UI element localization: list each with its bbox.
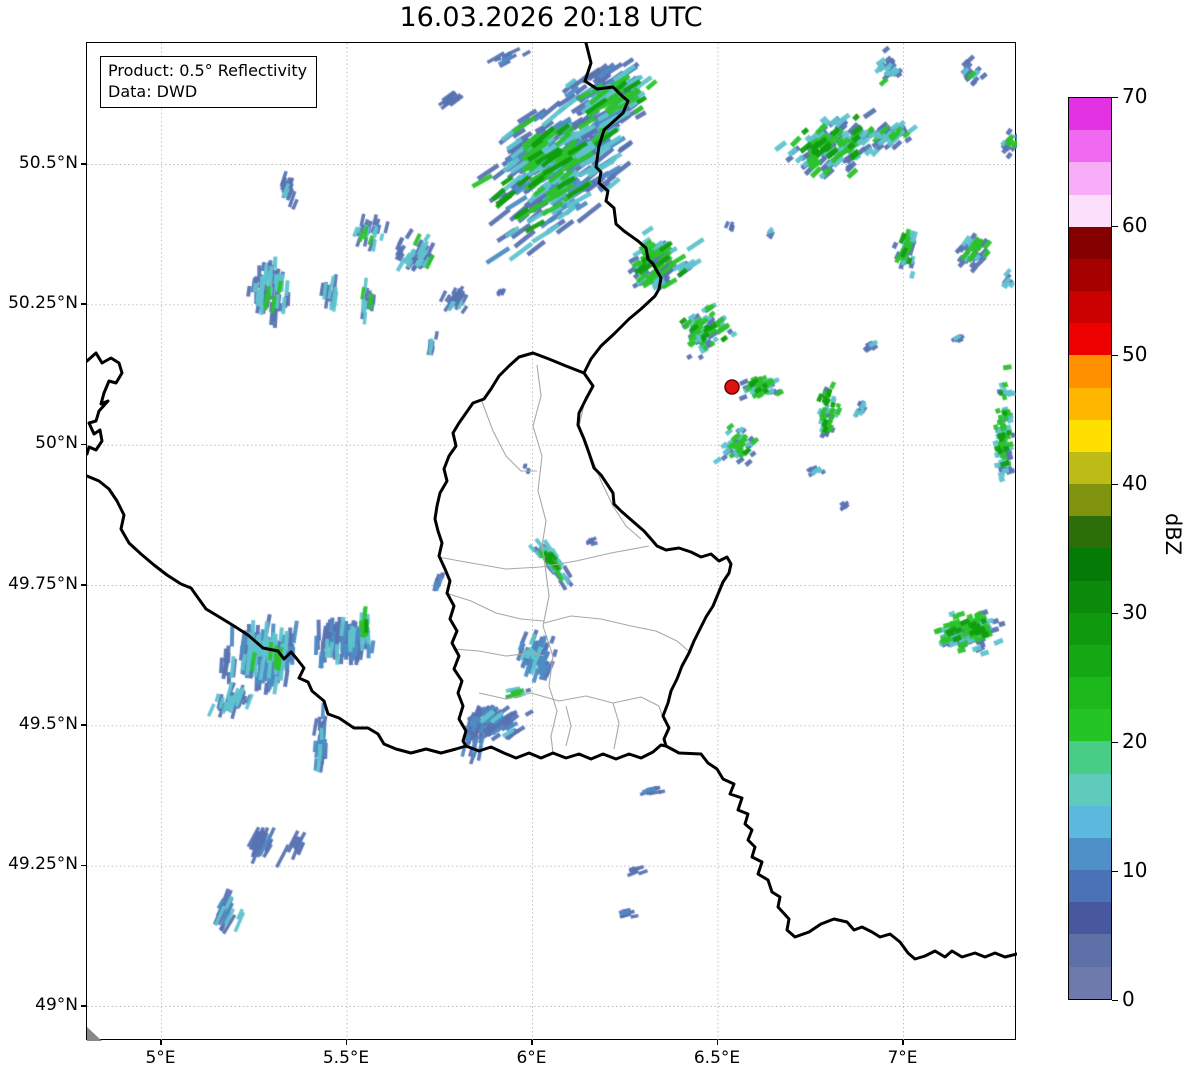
lat-tick-mark [81,443,86,446]
colorbar-segment [1069,677,1111,710]
colorbar-segment [1069,773,1111,806]
lon-tick-label: 5.5°E [322,1048,370,1068]
colorbar-segment [1069,934,1111,967]
lat-tick-label: 49.25°N [8,854,78,875]
colorbar-tick-mark [1112,483,1118,485]
lon-tick-mark [716,1040,718,1045]
data-source-label: Data: DWD [108,82,198,102]
colorbar-segment [1069,387,1111,420]
lat-tick-label: 49.5°N [18,713,78,734]
colorbar-tick-label: 50 [1122,342,1148,366]
colorbar-segment [1069,709,1111,742]
colorbar-segment [1069,484,1111,517]
colorbar-tick-label: 60 [1122,213,1148,237]
colorbar-segment [1069,98,1111,131]
lat-tick-mark [81,864,86,867]
lat-tick-label: 50.5°N [18,152,78,173]
colorbar-tick-mark [1112,96,1118,98]
colorbar-segment [1069,580,1111,613]
lon-tick-label: 6°E [516,1048,547,1068]
colorbar-unit-label: dBZ [1161,512,1186,556]
product-label: Product: 0.5° Reflectivity [108,61,308,80]
colorbar-segment [1069,516,1111,549]
colorbar-tick-mark [1112,612,1118,614]
lat-tick-label: 50.25°N [8,292,78,313]
lon-tick-label: 5°E [145,1048,176,1068]
colorbar-tick-mark [1112,741,1118,743]
colorbar-tick-mark [1112,999,1118,1001]
colorbar-tick-mark [1112,354,1118,356]
colorbar-segment [1069,291,1111,324]
colorbar-tick-label: 30 [1122,600,1148,624]
colorbar-segment [1069,870,1111,903]
colorbar-tick-label: 10 [1122,858,1148,882]
lon-tick-label: 7°E [887,1048,918,1068]
lon-tick-label: 6.5°E [693,1048,741,1068]
colorbar-segment [1069,130,1111,163]
colorbar-tick-label: 0 [1122,987,1135,1011]
colorbar-segment [1069,902,1111,935]
colorbar-tick-label: 70 [1122,84,1148,108]
colorbar-segment [1069,226,1111,259]
map-plot-area: Product: 0.5° Reflectivity Data: DWD [86,42,1017,1041]
lon-tick-mark [345,1040,347,1045]
lat-tick-mark [81,724,86,726]
radar-site-marker [724,379,740,395]
lon-tick-mark [160,1040,162,1045]
colorbar-segment [1069,323,1111,356]
colorbar-segment [1069,805,1111,838]
lat-tick-mark [81,163,86,165]
colorbar-segment [1069,644,1111,678]
colorbar-segment [1069,162,1111,195]
colorbar-tick-mark [1112,870,1118,872]
page-title: 16.03.2026 20:18 UTC [399,2,703,33]
colorbar-segment [1069,258,1111,292]
lat-tick-label: 49.75°N [8,573,78,594]
colorbar-segment [1069,966,1111,999]
colorbar-segment [1069,548,1111,581]
colorbar-segment [1069,451,1111,485]
colorbar [1068,97,1112,1000]
colorbar-tick-mark [1112,225,1118,227]
lon-tick-mark [902,1040,904,1045]
colorbar-segment [1069,355,1111,388]
borders-layer [87,43,1017,1041]
colorbar-segment [1069,419,1111,452]
lat-tick-mark [81,303,86,305]
colorbar-segment [1069,612,1111,645]
colorbar-segment [1069,194,1111,227]
colorbar-segment [1069,741,1111,774]
colorbar-tick-label: 40 [1122,471,1148,495]
lat-tick-mark [81,1005,86,1007]
radar-map-page: 16.03.2026 20:18 UTC Product: 0.5° Refle… [0,0,1202,1081]
lat-tick-label: 50°N [35,433,78,454]
colorbar-segment [1069,837,1111,871]
lat-tick-mark [81,584,86,586]
colorbar-tick-label: 20 [1122,729,1148,753]
lat-tick-label: 49°N [35,994,78,1015]
product-annotation-box: Product: 0.5° Reflectivity Data: DWD [100,56,318,109]
lon-tick-mark [531,1040,533,1045]
